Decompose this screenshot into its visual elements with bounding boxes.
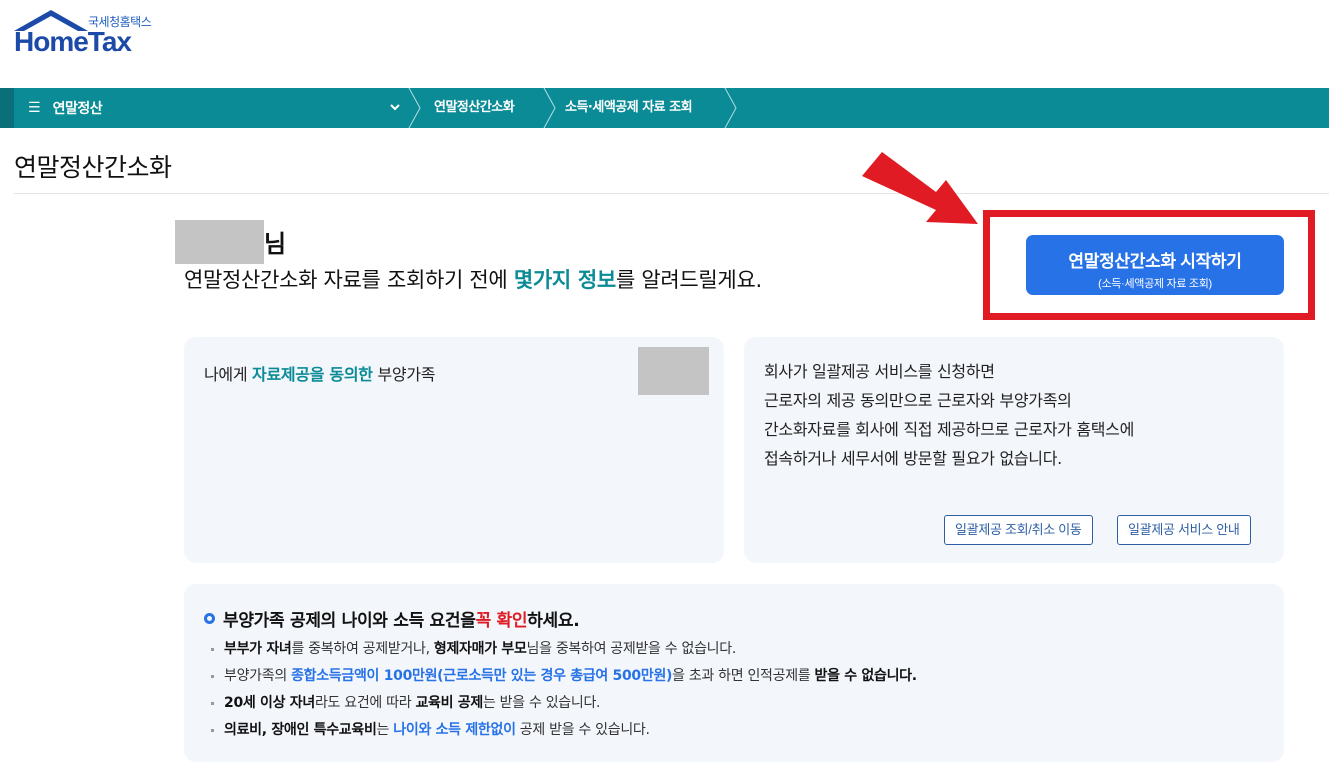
nav-menu-label: 연말정산: [52, 101, 103, 117]
start-simplified-service-button[interactable]: 연말정산간소화 시작하기 (소득·세액공제 자료 조회): [1026, 235, 1284, 295]
redacted-image: [638, 347, 709, 395]
start-button-sublabel: (소득·세액공제 자료 조회): [1098, 278, 1212, 290]
title-divider: [14, 193, 1329, 194]
circle-bullet-icon: [204, 613, 215, 624]
start-button-label: 연말정산간소화 시작하기: [1068, 252, 1242, 271]
name-honorific: 님: [264, 230, 287, 258]
breadcrumb-item-simplified[interactable]: 연말정산간소화: [434, 88, 515, 128]
bulk-provision-description: 회사가 일괄제공 서비스를 신청하면 근로자의 제공 동의만으로 근로자와 부양…: [764, 362, 1135, 468]
notice-list: 부부가 자녀를 중복하여 공제받거나, 형제자매가 부모님을 중복하여 공제받을…: [208, 636, 917, 744]
breadcrumb-separator-icon: [408, 88, 421, 128]
list-item: 20세 이상 자녀라도 요건에 따라 교육비 공제는 받을 수 있습니다.: [208, 690, 917, 717]
bulk-provision-info-card: 회사가 일괄제공 서비스를 신청하면 근로자의 제공 동의만으로 근로자와 부양…: [744, 337, 1284, 563]
nav-menu-dropdown[interactable]: ☰ 연말정산: [14, 88, 410, 128]
navigation-bar: ☰ 연말정산 연말정산간소화 소득·세액공제 자료 조회: [0, 88, 1329, 128]
consented-dependents-card: 나에게 자료제공을 동의한 부양가족: [184, 337, 724, 563]
page-title: 연말정산간소화: [14, 153, 172, 182]
navbar-edge: [0, 88, 14, 128]
notice-heading: 부양가족 공제의 나이와 소득 요건을 꼭 확인 하세요.: [204, 606, 580, 631]
consented-dependents-title: 나에게 자료제공을 동의한 부양가족: [204, 365, 436, 384]
redacted-user-name: [175, 220, 264, 264]
bulk-provision-lookup-button[interactable]: 일괄제공 조회/취소 이동: [944, 515, 1093, 545]
logo-wordmark: HomeTax: [14, 26, 132, 57]
dependent-requirements-notice: 부양가족 공제의 나이와 소득 요건을 꼭 확인 하세요. 부부가 자녀를 중복하…: [184, 584, 1284, 762]
greeting-message: 연말정산간소화 자료를 조회하기 전에 몇가지 정보를 알려드릴게요.: [184, 268, 762, 292]
red-arrow-annotation: [862, 152, 978, 224]
list-item: 부부가 자녀를 중복하여 공제받거나, 형제자매가 부모님을 중복하여 공제받을…: [208, 636, 917, 663]
chevron-down-icon: [390, 104, 400, 111]
list-item: 부양가족의 종합소득금액이 100만원(근로소득만 있는 경우 총급여 500만…: [208, 663, 917, 690]
breadcrumb-separator-icon: [724, 88, 737, 128]
breadcrumb-separator-icon: [543, 88, 556, 128]
breadcrumb-item-deduction-lookup[interactable]: 소득·세액공제 자료 조회: [565, 88, 693, 128]
hamburger-icon: ☰: [28, 100, 41, 116]
hometax-logo[interactable]: 국세청홈택스 HomeTax: [12, 10, 172, 66]
bulk-provision-guide-button[interactable]: 일괄제공 서비스 안내: [1117, 515, 1251, 545]
list-item: 의료비, 장애인 특수교육비는 나이와 소득 제한없이 공제 받을 수 있습니다…: [208, 717, 917, 744]
